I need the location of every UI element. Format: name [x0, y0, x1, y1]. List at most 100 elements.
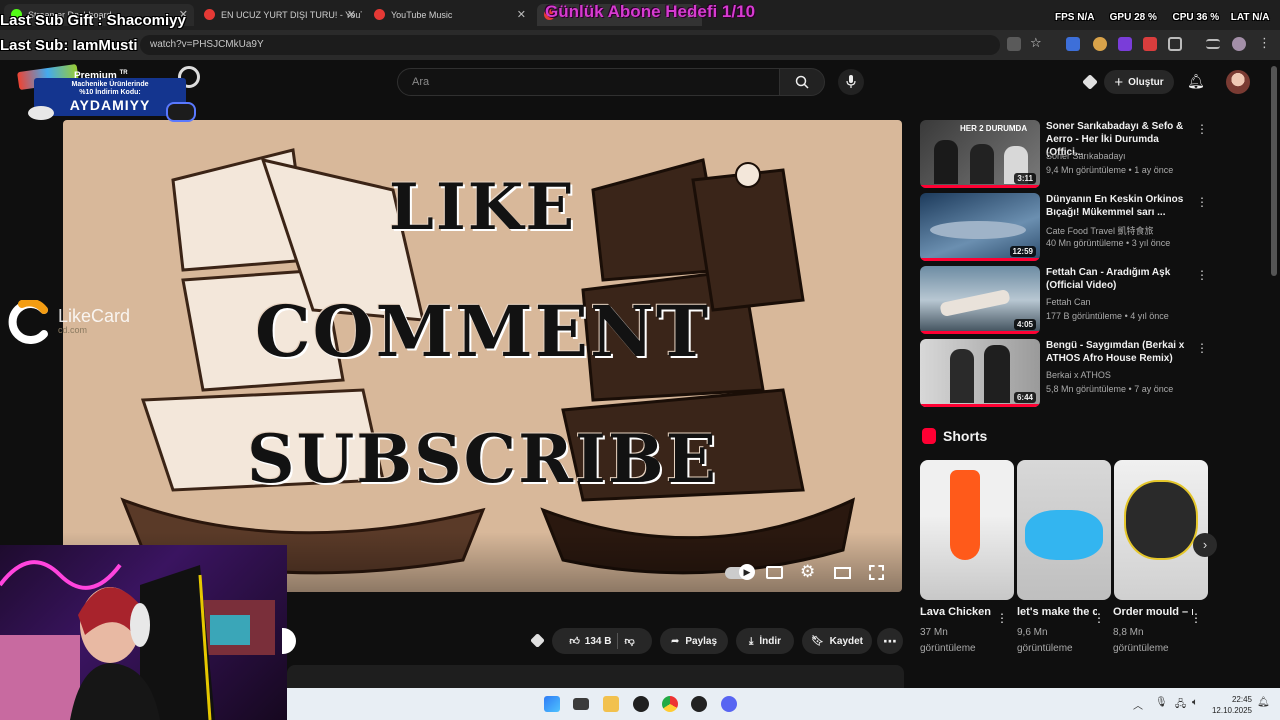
video-meta: 40 Mn görüntüleme • 3 yıl önce — [1046, 238, 1171, 248]
kebab-menu-icon[interactable]: ⋮ — [1196, 268, 1208, 282]
extension-icon[interactable] — [1143, 37, 1157, 51]
list-item[interactable]: 4:05 Fettah Can - Aradığım Aşk (Official… — [920, 266, 1220, 334]
kebab-menu-icon[interactable]: ⋮ — [996, 611, 1008, 625]
kebab-menu-icon[interactable]: ⋮ — [1190, 611, 1202, 625]
chrome-icon[interactable] — [662, 696, 678, 712]
video-thumbnail[interactable]: 4:05 — [920, 266, 1040, 334]
last-sub-text: Last Sub: IamMusti — [0, 37, 138, 54]
video-title[interactable]: Bengü - Saygımdan (Berkai x ATHOS Afro H… — [1046, 339, 1194, 365]
cast-icon[interactable] — [1007, 37, 1021, 51]
extension-icon[interactable] — [1066, 37, 1080, 51]
close-icon[interactable]: ✕ — [347, 8, 356, 21]
kebab-menu-icon[interactable]: ⋮ — [1196, 122, 1208, 136]
video-meta: 5,8 Mn görüntüleme • 7 ay önce — [1046, 384, 1174, 394]
save-button[interactable]: 🔖︎ Kaydet — [802, 628, 872, 654]
tab-youtube-video[interactable]: EN UCUZ YURT DIŞI TURU! - YouTube ✕ — [197, 4, 362, 26]
chevron-up-icon[interactable]: ︿ — [1133, 697, 1143, 712]
video-title[interactable]: Dünyanın En Keskin Orkinos Bıçağı! Mükem… — [1046, 193, 1194, 219]
shorts-heading: Shorts — [943, 428, 988, 444]
discord-icon[interactable] — [721, 696, 737, 712]
like-button[interactable]: 👍︎ 134 B — [569, 635, 611, 648]
close-icon[interactable]: ✕ — [517, 8, 526, 21]
channel-name[interactable]: Berkai x ATHOS — [1046, 370, 1111, 380]
volume-icon[interactable]: 🔈︎ — [1192, 697, 1198, 708]
video-thumbnail[interactable]: 12:59 — [920, 193, 1040, 261]
fullscreen-icon[interactable] — [869, 565, 884, 580]
share-button[interactable]: ➦ Paylaş — [660, 628, 728, 654]
video-player[interactable]: LIKE COMMENT SUBSCRIBE ▶ ⚙ — [63, 120, 902, 592]
avatar[interactable] — [1226, 70, 1250, 94]
download-button[interactable]: ⤓ İndir — [736, 628, 794, 654]
reading-list-icon[interactable] — [1206, 39, 1220, 49]
short-thumbnail[interactable] — [920, 460, 1014, 600]
cpu-value: 36 % — [1196, 12, 1220, 23]
kebab-menu-icon[interactable]: ⋮ — [1093, 611, 1105, 625]
likecard-logo-text: LikeCard — [58, 306, 131, 326]
voice-search-button[interactable] — [838, 69, 864, 95]
url-field[interactable] — [140, 35, 1000, 55]
settings-gear-icon[interactable]: ⚙ — [800, 562, 815, 582]
search-button[interactable] — [779, 68, 825, 96]
extension-icon[interactable] — [1118, 37, 1132, 51]
kebab-menu-icon[interactable]: ⋮ — [1196, 195, 1208, 209]
short-views: 8,8 Mn görüntüleme — [1113, 627, 1169, 654]
channel-name[interactable]: Soner Sarıkabadayı — [1046, 151, 1126, 161]
extension-icon[interactable] — [1093, 37, 1107, 51]
system-clock[interactable]: 22:45 12.10.2025 — [1208, 694, 1252, 716]
video-text-comment: COMMENT — [254, 290, 711, 373]
theater-mode-icon[interactable] — [834, 567, 851, 579]
upload-age: 4 yıl önce — [1130, 311, 1169, 321]
file-explorer-icon[interactable] — [603, 696, 619, 712]
list-item[interactable]: HER 2 DURUMDA 3:11 Soner Sarıkabadayı & … — [920, 120, 1220, 188]
short-thumbnail[interactable] — [1017, 460, 1111, 600]
tuna-shape — [930, 221, 1026, 239]
kebab-menu-icon[interactable]: ⋮ — [1196, 341, 1208, 355]
description-box[interactable] — [287, 665, 904, 688]
video-thumbnail[interactable]: 6:44 — [920, 339, 1040, 407]
notification-icon[interactable]: 🔔︎ — [1257, 697, 1270, 708]
obs-icon[interactable] — [633, 696, 649, 712]
view-count: 5,8 Mn görüntüleme — [1046, 384, 1127, 394]
fps-value: N/A — [1077, 12, 1095, 23]
bell-icon[interactable]: 🔔︎ — [1187, 73, 1205, 90]
subtitles-icon[interactable] — [766, 566, 783, 579]
lava-shape — [950, 470, 980, 560]
chevron-right-icon[interactable]: › — [1193, 533, 1217, 557]
create-button[interactable]: + Oluştur — [1104, 70, 1174, 94]
scrollbar-thumb[interactable] — [1271, 66, 1277, 276]
short-thumbnail[interactable] — [1114, 460, 1208, 600]
short-title[interactable]: Lava Chicken — [920, 606, 1000, 618]
video-title[interactable]: Fettah Can - Aradığım Aşk (Official Vide… — [1046, 266, 1194, 292]
list-item[interactable]: 6:44 Bengü - Saygımdan (Berkai x ATHOS A… — [920, 339, 1220, 407]
short-title[interactable]: Order mould – my inst ... — [1113, 606, 1193, 618]
watch-progress — [920, 404, 1040, 407]
sponsor-banner: Premium TR Machenike Ürünlerinde %10 İnd… — [17, 63, 200, 126]
gamepad-image — [166, 102, 196, 122]
profile-avatar[interactable] — [1232, 37, 1246, 51]
thumbs-down-icon[interactable]: 👎︎ — [624, 635, 634, 647]
short-views: 37 Mn görüntüleme — [920, 627, 976, 654]
channel-name[interactable]: Cate Food Travel 凱特食旅 — [1046, 224, 1154, 237]
url-text[interactable]: watch?v=PHSJCMkUa9Y — [150, 39, 264, 50]
start-button-icon[interactable] — [544, 696, 560, 712]
short-title[interactable]: let's make the cutest ... — [1017, 606, 1097, 618]
app-icon[interactable] — [691, 696, 707, 712]
task-view-icon[interactable] — [573, 698, 589, 710]
list-item[interactable]: 12:59 Dünyanın En Keskin Orkinos Bıçağı!… — [920, 193, 1220, 261]
divider — [617, 633, 619, 649]
tab-youtube-music[interactable]: YouTube Music ✕ — [367, 4, 532, 26]
network-icon[interactable]: 🖧︎ — [1175, 697, 1186, 714]
kebab-menu-icon[interactable]: ⋮ — [1258, 35, 1272, 50]
puzzle-icon[interactable] — [1168, 37, 1182, 51]
microphone-icon — [846, 75, 856, 88]
mould-shape — [1124, 480, 1198, 560]
video-thumbnail[interactable]: HER 2 DURUMDA 3:11 — [920, 120, 1040, 188]
watch-progress — [920, 185, 1040, 188]
channel-name[interactable]: Fettah Can — [1046, 297, 1091, 307]
view-count: 9,4 Mn görüntüleme — [1046, 165, 1127, 175]
search-input[interactable]: Ara — [397, 68, 780, 96]
star-icon[interactable]: ☆ — [1030, 35, 1044, 50]
duration-badge: 3:11 — [1014, 173, 1036, 184]
more-actions-button[interactable]: ⋯ — [877, 628, 903, 654]
microphone-tray-icon[interactable]: 🎙︎ — [1155, 697, 1168, 708]
